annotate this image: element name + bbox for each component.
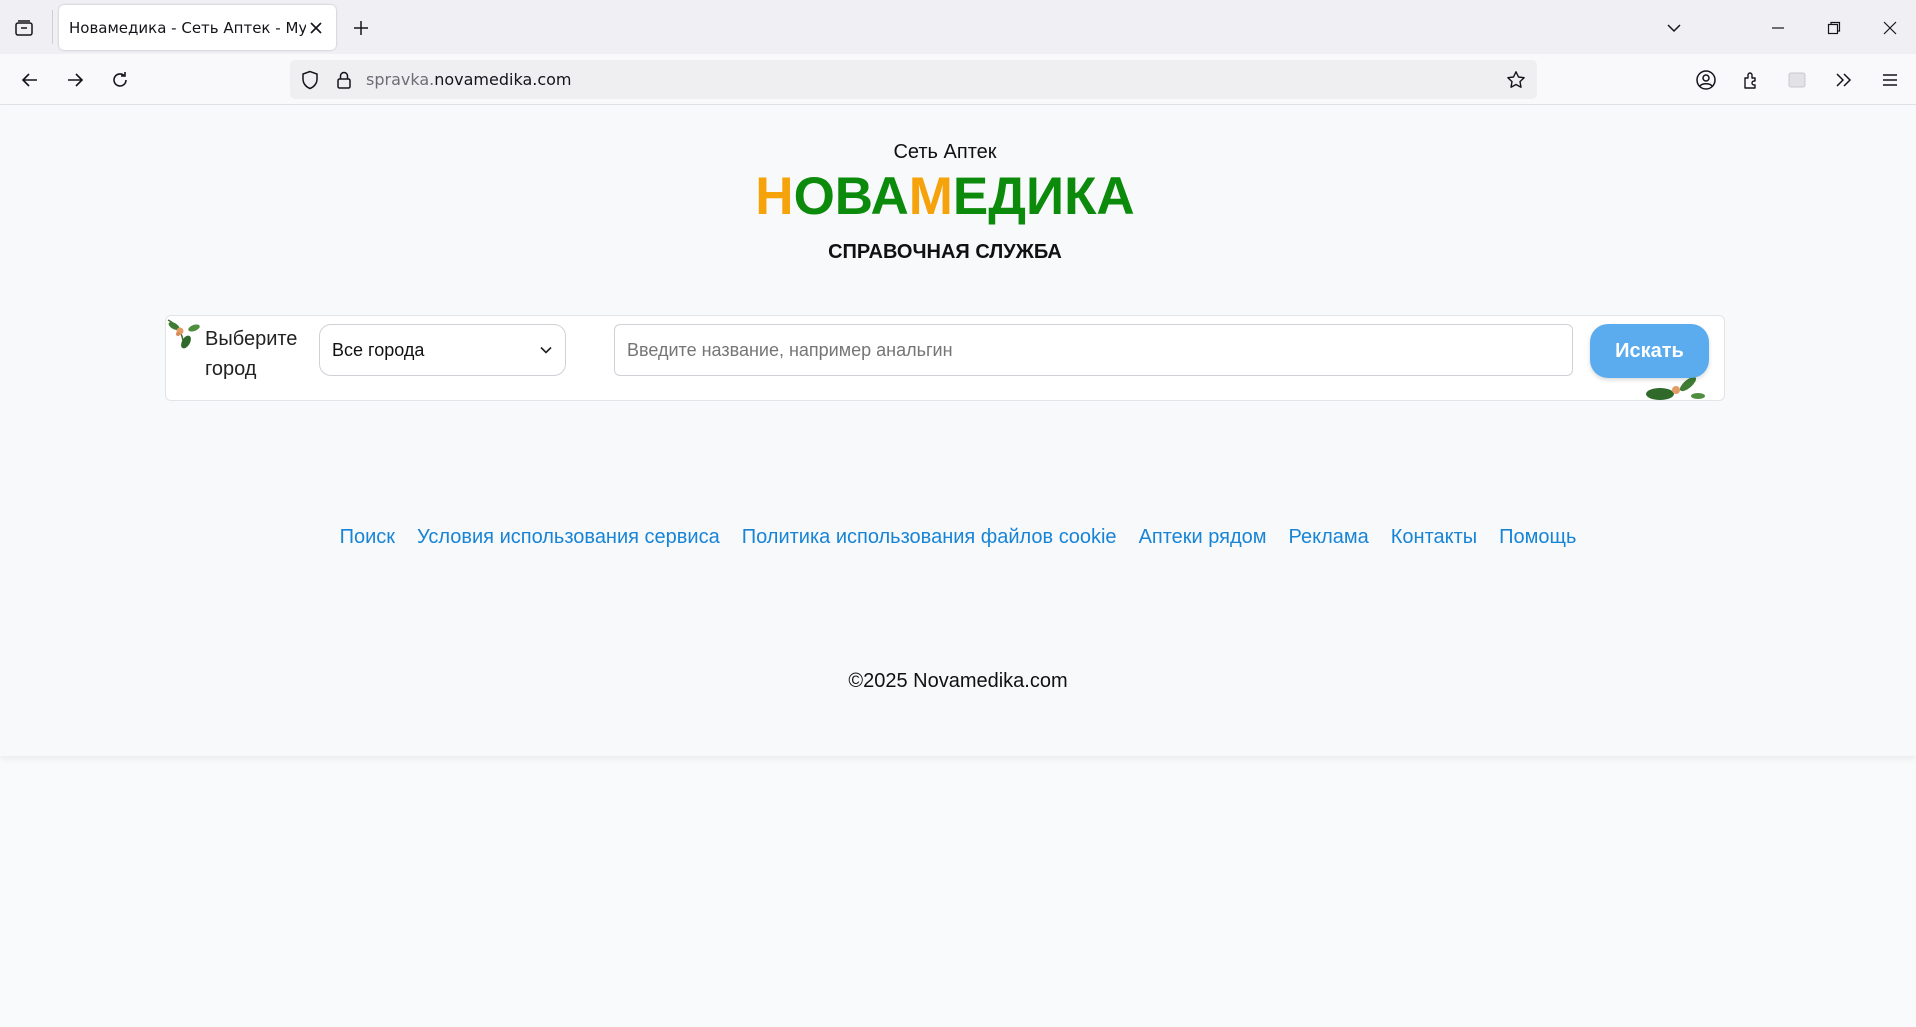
- reload-icon[interactable]: [104, 64, 136, 96]
- url-prefix: spravka.: [366, 70, 435, 89]
- back-arrow-icon[interactable]: [14, 64, 46, 96]
- url-domain: novamedika.com: [434, 70, 572, 89]
- search-input[interactable]: [614, 324, 1573, 376]
- overflow-chevrons-icon[interactable]: [1828, 64, 1860, 96]
- chevron-down-icon: [540, 346, 552, 354]
- footer-link-help[interactable]: Помощь: [1499, 526, 1576, 549]
- logo-part: ОВА: [793, 167, 909, 226]
- chevron-down-icon[interactable]: [1658, 12, 1690, 44]
- tab-title: Новамедика - Сеть Аптек - MySite: [69, 18, 306, 37]
- service-title: СПРАВОЧНАЯ СЛУЖБА: [828, 241, 1062, 263]
- city-select-value: Все города: [332, 339, 425, 360]
- site-logo[interactable]: НОВАМЕДИКА: [0, 166, 1890, 227]
- city-select[interactable]: Все города: [319, 324, 566, 376]
- lock-icon[interactable]: [332, 68, 356, 92]
- minimize-icon[interactable]: [1762, 12, 1794, 44]
- page-subtitle: Сеть Аптек: [893, 141, 997, 163]
- restore-icon[interactable]: [1818, 12, 1850, 44]
- url-text[interactable]: spravka.novamedika.com: [366, 70, 572, 89]
- extension-placeholder-icon[interactable]: [1781, 64, 1813, 96]
- shield-icon[interactable]: [298, 68, 322, 92]
- extensions-icon[interactable]: [1735, 64, 1767, 96]
- browser-nav-bar: spravka.novamedika.com: [0, 54, 1916, 105]
- footer-links: Поиск Условия использования сервиса Поли…: [0, 526, 1916, 549]
- footer-link-contacts[interactable]: Контакты: [1391, 526, 1477, 549]
- search-form: Выберите город Все города Искать: [165, 315, 1725, 401]
- address-bar[interactable]: spravka.novamedika.com: [290, 60, 1537, 99]
- star-icon[interactable]: [1504, 68, 1528, 92]
- window-close-icon[interactable]: [1874, 12, 1906, 44]
- tab-list-icon[interactable]: [10, 14, 38, 42]
- footer-link-cookie-policy[interactable]: Политика использования файлов cookie: [742, 526, 1117, 549]
- plus-icon[interactable]: [347, 14, 375, 42]
- footer-link-terms[interactable]: Условия использования сервиса: [417, 526, 720, 549]
- footer-link-advertising[interactable]: Реклама: [1289, 526, 1369, 549]
- tab-divider: [52, 10, 53, 44]
- account-icon[interactable]: [1690, 64, 1722, 96]
- logo-part: ЕДИКА: [952, 167, 1135, 226]
- browser-tab-bar: Новамедика - Сеть Аптек - MySite: [0, 0, 1916, 54]
- copyright: ©2025 Novamedika.com: [848, 670, 1068, 692]
- logo-part: Н: [755, 167, 794, 226]
- forward-arrow-icon[interactable]: [59, 64, 91, 96]
- footer-link-nearby-pharmacies[interactable]: Аптеки рядом: [1139, 526, 1267, 549]
- leaf-decoration-icon: [167, 319, 200, 349]
- hamburger-menu-icon[interactable]: [1874, 64, 1906, 96]
- close-icon[interactable]: [306, 18, 326, 38]
- city-label: Выберите город: [205, 328, 298, 380]
- search-button[interactable]: Искать: [1590, 324, 1709, 378]
- active-tab[interactable]: Новамедика - Сеть Аптек - MySite: [59, 5, 336, 50]
- page-content: Сеть Аптек НОВАМЕДИКА СПРАВОЧНАЯ СЛУЖБА …: [0, 106, 1916, 756]
- logo-part: М: [908, 167, 953, 226]
- footer-link-search[interactable]: Поиск: [340, 526, 395, 549]
